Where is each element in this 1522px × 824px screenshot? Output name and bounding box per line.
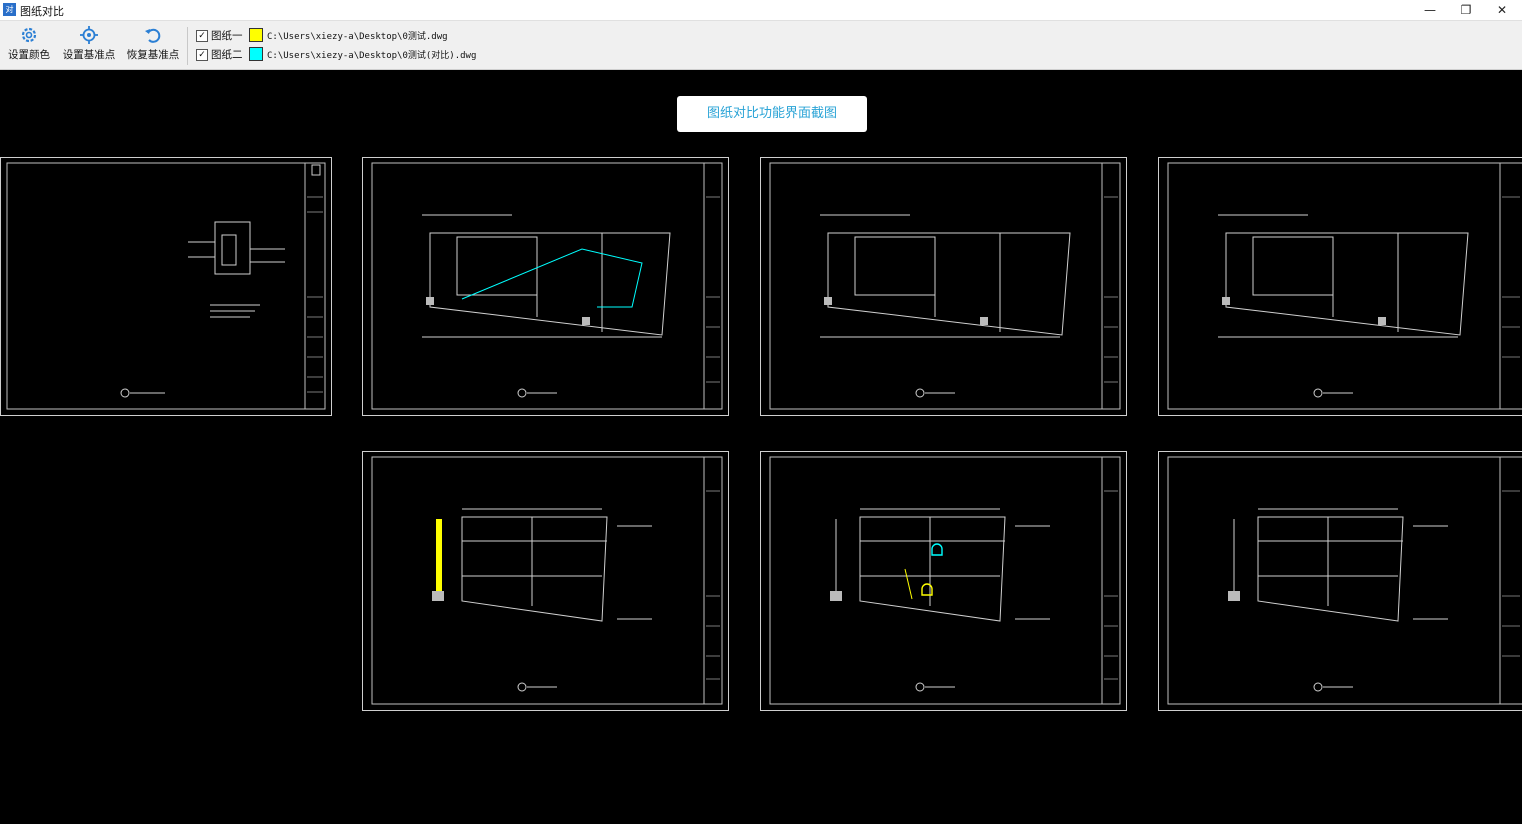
sheet-3[interactable] [760,157,1128,417]
drawing-1-color-swatch[interactable] [249,28,263,42]
drawing-1-checkbox[interactable]: ✓ [196,30,208,42]
sheet-7[interactable] [1158,451,1522,712]
toolbar: 设置颜色 设置基准点 恢复基准点 ✓ 图纸一 C:\Users\xiezy-a\… [0,21,1522,70]
set-base-point-label: 设置基准点 [62,49,116,61]
set-color-button[interactable]: 设置颜色 [6,25,52,65]
sheet-5[interactable] [362,451,730,712]
drawing-2-label: 图纸二 [211,49,243,61]
crosshair-icon [80,26,98,44]
set-base-point-button[interactable]: 设置基准点 [62,25,116,65]
toolbar-separator [187,27,188,65]
sheet-1[interactable] [0,157,333,417]
window-titlebar: 对 图纸对比 — ❐ ✕ [0,0,1522,21]
caption-banner: 图纸对比功能界面截图 [677,96,867,132]
restore-base-point-button[interactable]: 恢复基准点 [126,25,180,65]
sheet-2[interactable] [362,157,730,417]
app-icon: 对 [3,3,16,16]
set-color-label: 设置颜色 [8,49,50,61]
window-title: 图纸对比 [20,5,64,18]
sheet-4[interactable] [1158,157,1522,417]
drawing-1-label: 图纸一 [211,30,243,42]
drawing-2-checkbox[interactable]: ✓ [196,49,208,61]
gear-icon [21,27,37,43]
undo-arrow-icon [145,28,161,43]
drawing-2-path: C:\Users\xiezy-a\Desktop\0测试(对比).dwg [267,51,477,61]
sheet-6[interactable] [760,451,1128,712]
drawing-2-color-swatch[interactable] [249,47,263,61]
minimize-button[interactable]: — [1412,0,1448,20]
restore-base-point-label: 恢复基准点 [126,49,180,61]
restore-button[interactable]: ❐ [1448,0,1484,20]
close-button[interactable]: ✕ [1484,0,1520,20]
drawing-1-path: C:\Users\xiezy-a\Desktop\0测试.dwg [267,32,448,42]
